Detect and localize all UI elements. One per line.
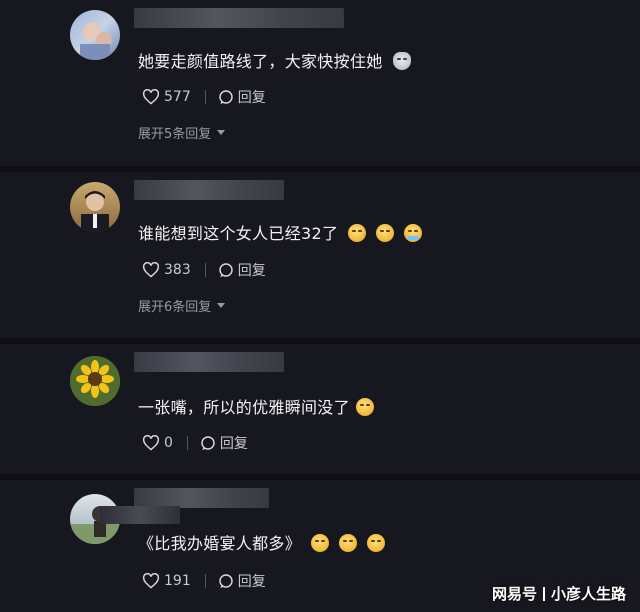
- pleading-face-icon: [367, 534, 386, 552]
- reply-button[interactable]: 回复: [218, 571, 266, 591]
- like-button[interactable]: 383: [142, 262, 191, 278]
- watermark-brand: 网易号: [491, 585, 537, 603]
- like-count: 0: [164, 435, 173, 451]
- comment-item: 她要走颜值路线了，大家快按住她 577 回复 展开5条回复: [0, 0, 640, 160]
- reply-button[interactable]: 回复: [218, 87, 266, 107]
- username-masked: [134, 352, 284, 372]
- comment-text: 《比我办婚宴人都多》: [138, 530, 386, 554]
- reply-label: 回复: [237, 90, 266, 106]
- reply-label: 回复: [237, 263, 266, 279]
- chevron-down-icon: [217, 130, 226, 135]
- watermark-account: 小彦人生路: [550, 585, 626, 603]
- heart-icon: [142, 262, 160, 278]
- divider: [204, 90, 206, 104]
- username-masked: [100, 506, 180, 524]
- avatar[interactable]: [70, 10, 120, 60]
- like-button[interactable]: 577: [142, 89, 191, 105]
- reply-button[interactable]: 回复: [200, 433, 248, 453]
- expand-replies[interactable]: 展开6条回复: [138, 296, 226, 315]
- username-masked: [134, 8, 344, 28]
- comment-actions: 0 回复: [142, 433, 248, 453]
- comment-text: 谁能想到这个女人已经32了: [138, 220, 423, 244]
- avatar[interactable]: [70, 356, 120, 406]
- comment-text-content: 谁能想到这个女人已经32了: [138, 224, 339, 243]
- laughing-crying-face-icon: [355, 398, 374, 416]
- expand-replies-label: 展开6条回复: [138, 300, 212, 315]
- watermark-separator: [542, 587, 545, 601]
- cat-icon: [392, 52, 411, 70]
- heart-icon: [142, 89, 160, 105]
- like-count: 383: [164, 262, 191, 278]
- reply-label: 回复: [237, 574, 266, 590]
- pleading-face-icon: [348, 224, 367, 242]
- crying-face-icon: [404, 224, 423, 242]
- comment-bubble-icon: [219, 263, 233, 278]
- divider: [204, 574, 206, 588]
- avatar-image: [80, 23, 112, 60]
- chevron-down-icon: [217, 303, 226, 308]
- reply-button[interactable]: 回复: [218, 260, 266, 280]
- reply-label: 回复: [219, 436, 248, 452]
- comment-actions: 383 回复: [142, 260, 266, 280]
- like-button[interactable]: 0: [142, 435, 173, 451]
- comment-bubble-icon: [201, 436, 215, 451]
- like-button[interactable]: 191: [142, 573, 191, 589]
- pleading-face-icon: [376, 224, 395, 242]
- comment-text-content: 一张嘴，所以的优雅瞬间没了: [138, 398, 350, 417]
- comment-text-content: 她要走颜值路线了，大家快按住她: [138, 52, 383, 71]
- comment-text: 她要走颜值路线了，大家快按住她: [138, 48, 411, 72]
- avatar[interactable]: [70, 182, 120, 232]
- like-count: 577: [164, 89, 191, 105]
- pleading-face-icon: [311, 534, 330, 552]
- like-count: 191: [164, 573, 191, 589]
- comment-text: 一张嘴，所以的优雅瞬间没了: [138, 394, 374, 418]
- watermark: 网易号 小彦人生路: [492, 583, 626, 604]
- comment-bubble-icon: [219, 574, 233, 589]
- heart-icon: [142, 573, 160, 589]
- avatar-image: [81, 191, 109, 232]
- username-masked: [134, 488, 269, 508]
- comment-actions: 191 回复: [142, 571, 266, 591]
- comment-item: 一张嘴，所以的优雅瞬间没了 0 回复: [0, 344, 640, 474]
- divider: [204, 263, 206, 277]
- expand-replies-label: 展开5条回复: [138, 127, 212, 142]
- expand-replies[interactable]: 展开5条回复: [138, 123, 226, 142]
- comment-bubble-icon: [219, 90, 233, 105]
- comment-text-content: 《比我办婚宴人都多》: [138, 534, 302, 553]
- heart-icon: [142, 435, 160, 451]
- sunflower-icon: [70, 356, 120, 406]
- username-masked: [134, 180, 284, 200]
- divider: [186, 436, 188, 450]
- pleading-face-icon: [339, 534, 358, 552]
- comment-item: 谁能想到这个女人已经32了 383 回复 展开6条回复: [0, 172, 640, 332]
- comment-actions: 577 回复: [142, 87, 266, 107]
